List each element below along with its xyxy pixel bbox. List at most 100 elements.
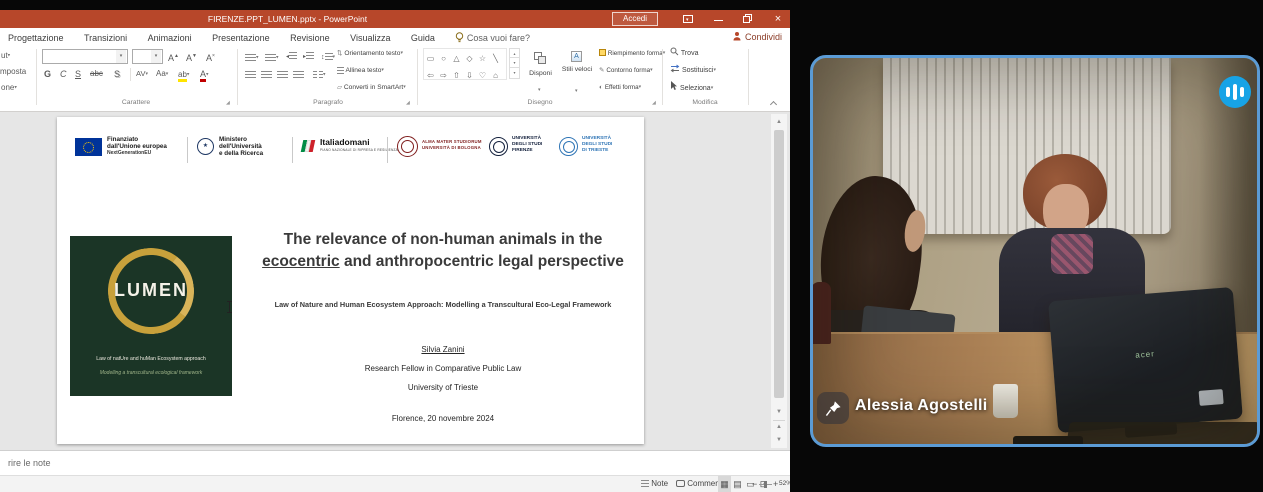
text-cursor [227,301,232,313]
notes-toggle-button[interactable]: Note [641,476,668,492]
select-button[interactable]: Seleziona▾ [670,81,713,95]
tell-me-box[interactable]: Cosa vuoi fare? [447,29,538,47]
numbering-button[interactable]: ▾ [265,50,279,65]
shapes-more-button[interactable]: ▾ [509,68,520,79]
logo-strip[interactable]: Finanziato dall'Unione europea NextGener… [57,125,644,165]
slide-title-textbox[interactable]: The relevance of non-human animals in th… [243,229,643,273]
meeting-app-logo-icon[interactable] [1219,76,1251,108]
grow-font-button[interactable]: A▲ [168,49,179,65]
window-title: FIRENZE.PPT_LUMEN.pptx - PowerPoint [130,10,445,28]
slide-canvas[interactable]: Finanziato dall'Unione europea NextGener… [57,117,644,444]
align-right-button[interactable] [277,67,288,81]
quick-styles-icon: A [571,51,582,62]
scroll-up-arrow[interactable]: ▲ [773,116,785,128]
clear-formatting-button[interactable]: A× [206,49,215,65]
italic-button[interactable]: C [60,67,67,81]
line-spacing-button[interactable]: ↕▾ [321,50,335,65]
decrease-indent-button[interactable]: ◂ [286,50,297,64]
change-case-button[interactable]: Aa▾ [156,67,168,81]
author-textbox[interactable]: Silvia Zanini Research Fellow in Compara… [243,345,643,423]
tab-revisione[interactable]: Revisione [282,29,338,47]
underline-button[interactable]: S [75,67,81,81]
titlebar[interactable]: FIRENZE.PPT_LUMEN.pptx - PowerPoint Acce… [0,10,790,28]
status-bar: Note Commenti ▦▤▭⊡ − + 52% [0,475,790,492]
restore-button[interactable] [736,10,760,28]
tab-progettazione[interactable]: Progettazione [0,29,72,47]
increase-indent-button[interactable]: ▸ [303,50,314,64]
arrange-button[interactable]: Disponi ▾ [524,48,557,96]
share-button[interactable]: Condividi [732,28,782,46]
shape-fill-icon [599,49,606,56]
text-shadow-button[interactable]: S [114,67,120,81]
shape-outline-button[interactable]: ✎ Contorno forma▾ [599,64,653,77]
slide-editing-area[interactable]: Finanziato dall'Unione europea NextGener… [0,112,790,450]
reset-button-clipped[interactable]: mposta [0,64,26,79]
scrollbar-thumb[interactable] [774,130,784,398]
eu-flag-icon [75,138,102,156]
previous-slide-button[interactable]: ▲ [773,420,785,432]
font-color-button[interactable]: A▾ [200,67,209,82]
next-slide-button[interactable]: ▼ [773,434,785,446]
shape-effects-icon: ◐ [599,84,603,91]
slide-sorter-view-button[interactable]: ▤ [731,476,744,492]
tab-transizioni[interactable]: Transizioni [76,29,135,47]
character-spacing-button[interactable]: AV▾ [136,67,148,81]
powerpoint-window[interactable]: FIRENZE.PPT_LUMEN.pptx - PowerPoint Acce… [0,10,790,492]
pin-button[interactable] [817,392,849,424]
shrink-font-button[interactable]: A▼ [186,49,197,65]
collapse-ribbon-button[interactable] [770,100,778,108]
text-orientation-button[interactable]: ⇅ Orientamento testo▾ [337,47,403,60]
shape-callout-icon: ⌂ [489,68,502,83]
align-text-button[interactable]: Allinea testo▾ [337,64,384,77]
shape-arrow-left-icon: ⇦ [424,68,437,83]
layout-button-clipped[interactable]: ut▾ [1,48,10,63]
justify-button[interactable] [293,67,304,81]
scroll-down-arrow[interactable]: ▼ [773,406,785,418]
tab-visualizza[interactable]: Visualizza [342,29,398,47]
font-name-combo[interactable]: ▾ [42,49,128,64]
vertical-scrollbar[interactable]: ▲ ▼ ▲ ▼ [771,114,787,448]
ribbon-display-options-button[interactable]: ▾ [676,10,700,28]
strikethrough-button[interactable]: abc [90,67,103,81]
sign-in-button[interactable]: Accedi [612,12,658,26]
highlight-color-button[interactable]: ab▾ [178,67,189,82]
desk-item [1013,436,1083,446]
comments-toggle-button[interactable]: Commenti [676,476,724,492]
bottle [811,282,831,344]
video-call-panel[interactable]: acer Alessia Agostelli [810,55,1260,447]
close-button[interactable]: × [766,10,790,28]
section-button-clipped[interactable]: one▾ [1,80,17,95]
bullets-button[interactable]: ▾ [245,50,259,65]
find-button[interactable]: Trova [670,47,698,60]
shapes-scroll-down[interactable]: ▾ [509,58,520,68]
zoom-percentage[interactable]: 52% [779,476,790,492]
font-size-combo[interactable]: ▾ [132,49,163,64]
notes-pane[interactable]: rire le note [0,450,790,475]
replace-button[interactable]: Sostituisci▾ [670,64,716,77]
minimize-button[interactable] [706,10,730,28]
shapes-scroll-up[interactable]: ▴ [509,48,520,58]
group-label-editing: Modifica [662,99,748,106]
align-left-button[interactable] [245,67,256,81]
quick-styles-button[interactable]: A Stili veloci ▾ [560,48,594,96]
slide-subtitle-textbox[interactable]: Law of Nature and Human Ecosystem Approa… [243,300,643,309]
notes-placeholder[interactable]: rire le note [8,458,51,468]
tab-animazioni[interactable]: Animazioni [140,29,200,47]
shapes-gallery[interactable]: ▭○△◇☆╲ ⇦⇨⇧⇩♡⌂ [423,48,507,80]
zoom-slider-thumb[interactable] [764,481,767,488]
tab-guida[interactable]: Guida [403,29,443,47]
venue-date: Florence, 20 novembre 2024 [243,414,643,423]
normal-view-button[interactable]: ▦ [718,476,731,492]
zoom-out-button[interactable]: − [752,476,757,492]
group-label-paragraph: Paragrafo [240,99,416,106]
bold-button[interactable]: G [44,67,51,81]
tab-presentazione[interactable]: Presentazione [204,29,278,47]
zoom-in-button[interactable]: + [773,476,778,492]
shape-effects-button[interactable]: ◐ Effetti forma▾ [599,81,641,94]
lumen-logo[interactable]: LUMEN Law of natUre and huMan Ecosystem … [70,236,232,396]
convert-smartart-button[interactable]: ▱ Converti in SmartArt▾ [337,81,406,94]
shapes-gallery-scroll[interactable]: ▴ ▾ ▾ [509,48,520,79]
align-center-button[interactable] [261,67,272,81]
shape-fill-button[interactable]: Riempimento forma▾ [599,47,665,60]
columns-button[interactable]: ▾ [313,67,326,82]
